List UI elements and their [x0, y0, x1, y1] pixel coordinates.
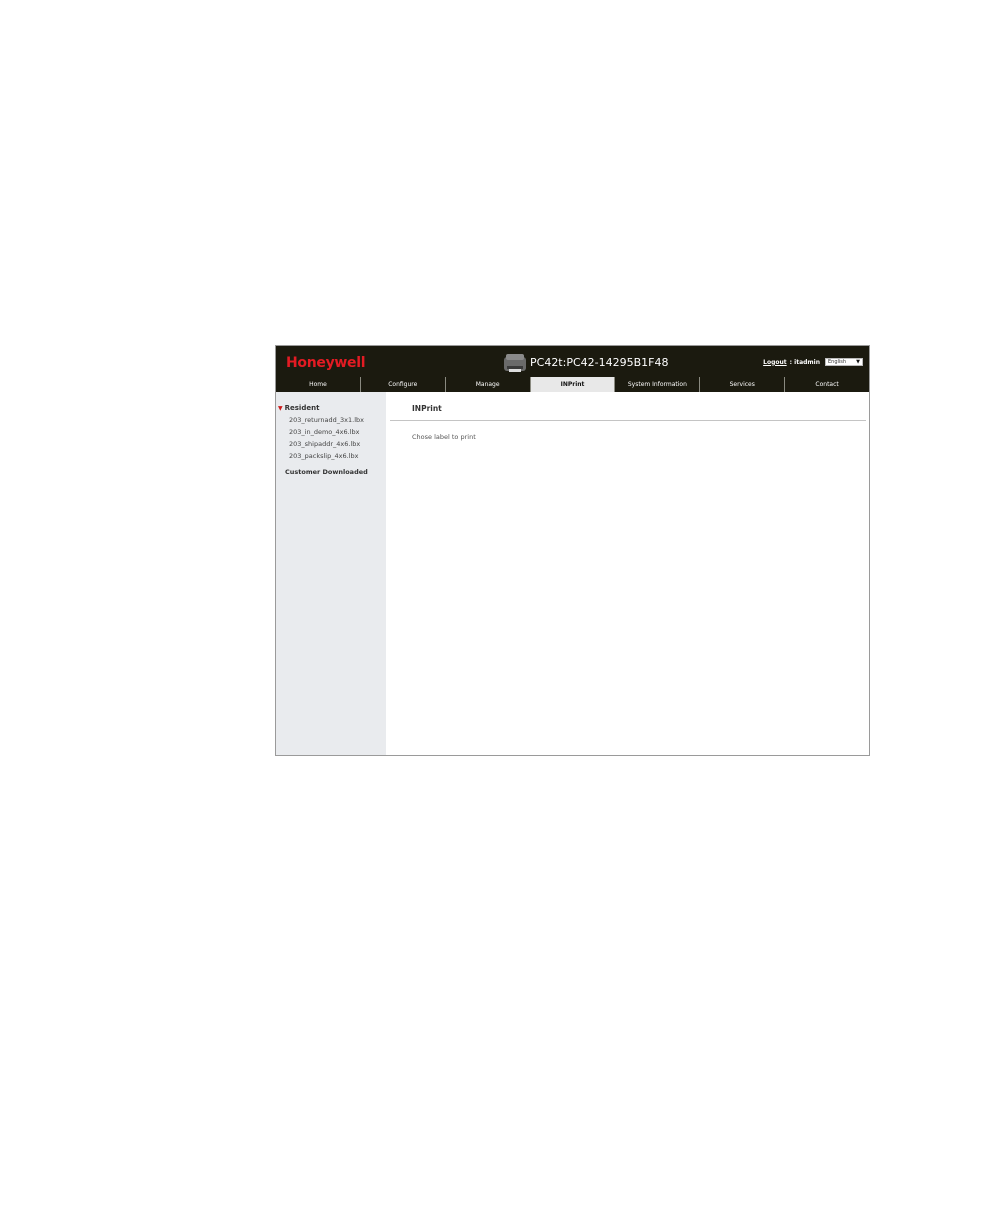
file-item[interactable]: 203_packslip_4x6.lbx [289, 450, 364, 462]
file-item[interactable]: 203_shipaddr_4x6.lbx [289, 438, 364, 450]
main-content: INPrint Chose label to print [386, 392, 869, 755]
printer-icon [504, 354, 526, 372]
page-title: INPrint [412, 404, 442, 413]
customer-downloaded-group[interactable]: Customer Downloaded [285, 468, 368, 476]
resident-file-list: 203_returnadd_3x1.lbx 203_in_demo_4x6.lb… [289, 414, 364, 462]
chevron-down-icon: ▼ [856, 359, 860, 365]
divider [390, 420, 866, 421]
username: : itadmin [789, 358, 820, 366]
device-name: PC42t:PC42-14295B1F48 [530, 356, 669, 369]
resident-title: Resident [284, 404, 320, 412]
language-select[interactable]: English ▼ [825, 358, 863, 366]
file-item[interactable]: 203_in_demo_4x6.lbx [289, 426, 364, 438]
tab-inprint[interactable]: INPrint [530, 377, 616, 392]
resident-group-toggle[interactable]: ▼ Resident [278, 404, 319, 412]
instruction-text: Chose label to print [412, 433, 476, 441]
header-bar: Honeywell PC42t:PC42-14295B1F48 Logout :… [276, 346, 869, 392]
tab-system-information[interactable]: System Information [615, 377, 701, 392]
file-item[interactable]: 203_returnadd_3x1.lbx [289, 414, 364, 426]
language-value: English [828, 359, 847, 365]
tab-configure[interactable]: Configure [361, 377, 446, 392]
honeywell-logo[interactable]: Honeywell [286, 355, 366, 371]
tab-home[interactable]: Home [276, 377, 361, 392]
expand-triangle-icon: ▼ [278, 404, 283, 412]
tab-manage[interactable]: Manage [446, 377, 531, 392]
sidebar: ▼ Resident 203_returnadd_3x1.lbx 203_in_… [276, 392, 386, 755]
user-area: Logout : itadmin English ▼ [763, 358, 863, 366]
logout-link[interactable]: Logout [763, 359, 787, 366]
main-nav: Home Configure Manage INPrint System Inf… [276, 377, 869, 392]
inprint-window: Honeywell PC42t:PC42-14295B1F48 Logout :… [275, 345, 870, 756]
tab-contact[interactable]: Contact [785, 377, 869, 392]
tab-services[interactable]: Services [700, 377, 786, 392]
